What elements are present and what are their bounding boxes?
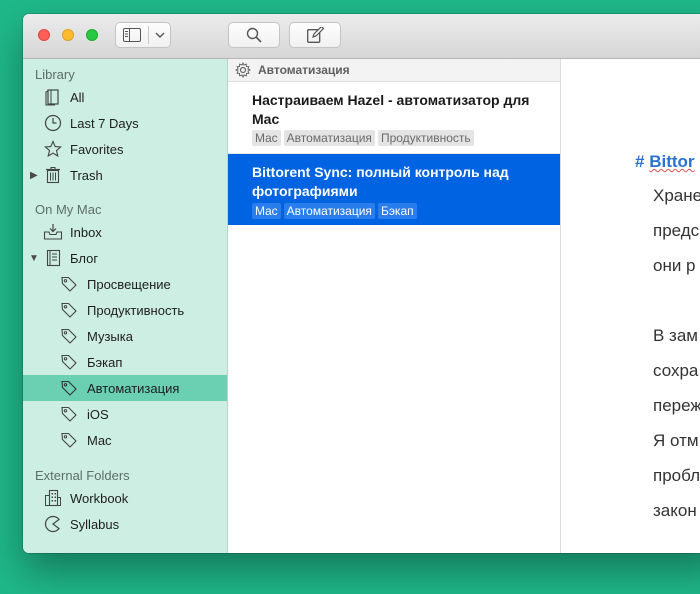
trash-icon [43, 165, 63, 185]
sidebar-tag-prosveshchenie[interactable]: Просвещение [23, 271, 227, 297]
sidebar-item-workbook[interactable]: Workbook [23, 485, 227, 511]
building-icon [43, 488, 63, 508]
library-section-header: Library [35, 67, 75, 82]
tag-icon [59, 326, 79, 346]
clock-icon [43, 113, 63, 133]
sidebar-item-label: Workbook [70, 490, 129, 506]
note-item-selected[interactable]: Bittorent Sync: полный контроль над фото… [228, 154, 560, 225]
editor-line: В зам [653, 326, 698, 345]
note-list-header: Автоматизация [228, 59, 560, 82]
note-tags: Mac Автоматизация Бэкап [252, 203, 417, 219]
sidebar-tag-muzyka[interactable]: Музыка [23, 323, 227, 349]
books-icon [43, 87, 63, 107]
sidebar-item-label: Last 7 Days [70, 115, 139, 131]
editor-line: переж [653, 396, 700, 415]
note-tag: Автоматизация [283, 203, 375, 219]
sidebar-item-syllabus[interactable]: Syllabus [23, 511, 227, 537]
note-tag: Бэкап [377, 203, 417, 219]
tag-icon [59, 352, 79, 372]
sidebar-item-label: All [70, 89, 85, 105]
disclosure-triangle-icon[interactable]: ▶ [30, 170, 38, 181]
tag-icon [59, 300, 79, 320]
sidebar-item-label: Продуктивность [87, 302, 185, 318]
heading-text: Bittor [649, 152, 695, 171]
zoom-window-button[interactable] [86, 29, 98, 41]
editor-line: Я отм [653, 431, 699, 450]
sidebar-item-all[interactable]: All [23, 84, 227, 110]
sidebar-item-last-7-days[interactable]: Last 7 Days [23, 110, 227, 136]
editor-line: пробл [653, 466, 700, 485]
tag-icon [59, 274, 79, 294]
editor-line: закон [653, 501, 697, 520]
external-folders-section-header: External Folders [35, 468, 130, 483]
gear-icon[interactable] [234, 61, 252, 83]
tag-icon [59, 404, 79, 424]
note-title: Bittorent Sync: полный контроль над фото… [252, 164, 509, 199]
sidebar-item-trash[interactable]: ▶ Trash [23, 162, 227, 188]
sidebar-tag-bekap[interactable]: Бэкап [23, 349, 227, 375]
close-window-button[interactable] [38, 29, 50, 41]
note-tag: Автоматизация [283, 130, 375, 146]
sidebar-tag-ios[interactable]: iOS [23, 401, 227, 427]
note-tag: Продуктивность [377, 130, 474, 146]
tag-icon [59, 378, 79, 398]
pacman-icon [43, 514, 63, 534]
editor-line: сохра [653, 361, 699, 380]
sidebar-item-label: Favorites [70, 141, 124, 157]
app-window: Library All Last 7 Days Favorites ▶ Tras… [23, 14, 700, 553]
heading-hash: # [635, 152, 645, 171]
star-icon [43, 139, 63, 159]
sidebar-item-label: Музыка [87, 328, 133, 344]
note-title: Настраиваем Hazel - автоматизатор для Ma… [252, 92, 530, 127]
editor-line: они р [653, 256, 696, 275]
editor-heading: # Bittor [635, 152, 695, 172]
tag-icon [59, 430, 79, 450]
sidebar: Library All Last 7 Days Favorites ▶ Tras… [23, 59, 228, 553]
sidebar-item-favorites[interactable]: Favorites [23, 136, 227, 162]
sidebar-item-label: Автоматизация [87, 380, 180, 396]
editor-line: Хране [653, 186, 700, 205]
sidebar-item-label: Trash [70, 167, 103, 183]
sidebar-tag-avtomatizatsiya[interactable]: Автоматизация [23, 375, 227, 401]
note-editor[interactable]: # Bittor Хране предс они р В зам сохра п… [561, 59, 700, 553]
chevron-down-icon[interactable] [149, 23, 171, 47]
disclosure-triangle-icon[interactable]: ▼ [29, 253, 39, 264]
search-button[interactable] [228, 22, 280, 48]
sidebar-item-blog[interactable]: ▼ Блог [23, 245, 227, 271]
sidebar-item-inbox[interactable]: Inbox [23, 219, 227, 245]
sidebar-item-label: Блог [70, 250, 99, 266]
sidebar-item-label: Mac [87, 432, 112, 448]
notebook-icon [43, 248, 63, 268]
sidebar-item-label: Просвещение [87, 276, 171, 292]
sidebar-item-label: Бэкап [87, 354, 123, 370]
search-icon [246, 27, 262, 43]
sidebar-tag-mac[interactable]: Mac [23, 427, 227, 453]
note-list-title: Автоматизация [258, 63, 350, 77]
inbox-icon [43, 222, 63, 242]
sidebar-icon[interactable] [116, 23, 148, 47]
new-note-button[interactable] [289, 22, 341, 48]
sidebar-item-label: iOS [87, 406, 109, 422]
sidebar-item-label: Syllabus [70, 516, 120, 532]
sidebar-item-label: Inbox [70, 224, 102, 240]
titlebar [23, 14, 700, 59]
sidebar-tag-produktivnost[interactable]: Продуктивность [23, 297, 227, 323]
minimize-window-button[interactable] [62, 29, 74, 41]
editor-line: предс [653, 221, 700, 240]
note-tag: Mac [252, 130, 281, 146]
compose-icon [306, 27, 324, 43]
note-item[interactable]: Настраиваем Hazel - автоматизатор для Ma… [228, 82, 560, 153]
note-tags: Mac Автоматизация Продуктивность [252, 130, 474, 146]
on-my-mac-section-header: On My Mac [35, 202, 102, 217]
note-list: Автоматизация Настраиваем Hazel - автома… [228, 59, 561, 553]
sidebar-toggle-segmented-control [115, 22, 171, 48]
note-tag: Mac [252, 203, 281, 219]
